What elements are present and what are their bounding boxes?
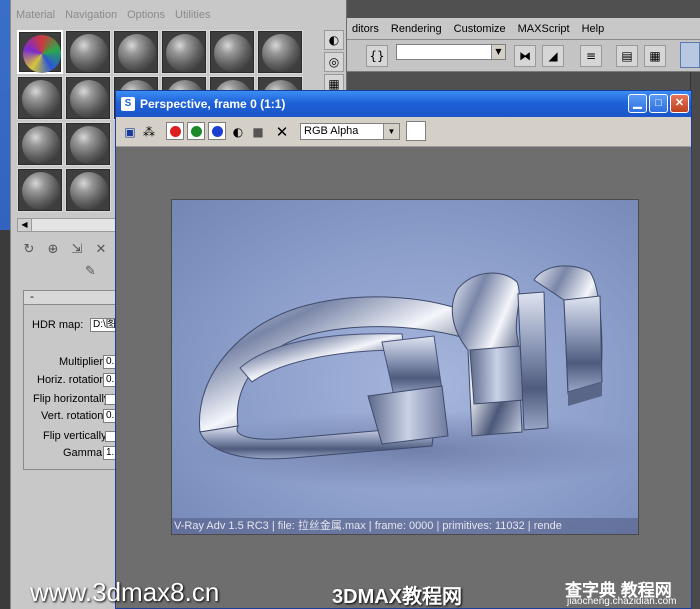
named-selection-sets-icon[interactable]: {}: [366, 45, 388, 67]
window-title: Perspective, frame 0 (1:1): [140, 97, 286, 111]
material-editor-toolbar-icon[interactable]: [680, 42, 700, 68]
schematic-view-icon[interactable]: ▦: [644, 45, 666, 67]
sample-sphere: [70, 126, 108, 164]
watermark-left: www.3dmax8.cn: [30, 577, 220, 607]
chevron-down-icon: ▼: [383, 124, 399, 139]
sample-slot[interactable]: [17, 168, 63, 212]
named-selection-combo[interactable]: ▼: [396, 44, 506, 60]
sample-sphere: [118, 34, 156, 72]
clear-image-icon[interactable]: ✕: [274, 124, 290, 140]
max-menubar: ditors Rendering Customize MAXScript Hel…: [346, 18, 700, 40]
blue-channel-button[interactable]: [208, 122, 226, 140]
clone-render-icon[interactable]: ⁂: [141, 124, 157, 140]
menu-utilities[interactable]: Utilities: [170, 9, 215, 21]
material-editor-menubar: Material Navigation Options Utilities: [11, 5, 348, 25]
sample-slot[interactable]: [257, 30, 303, 74]
menu-rendering[interactable]: Rendering: [385, 23, 448, 35]
hdr-map-label: HDR map:: [32, 319, 84, 331]
menu-navigation[interactable]: Navigation: [60, 9, 122, 21]
save-image-icon[interactable]: ▣: [122, 124, 138, 140]
flip-horizontally-label: Flip horizontally: [33, 393, 110, 405]
layer-manager-icon[interactable]: ≡: [580, 45, 602, 67]
sample-sphere: [166, 34, 204, 72]
frame-buffer-window: S Perspective, frame 0 (1:1) ▁ □ ✕ ▣ ⁂ ◐…: [115, 90, 692, 609]
frame-buffer-titlebar[interactable]: S Perspective, frame 0 (1:1) ▁ □ ✕: [116, 91, 691, 117]
sample-slot[interactable]: [65, 76, 111, 120]
sample-sphere: [22, 80, 60, 118]
rendered-image: V-Ray Adv 1.5 RC3 | file: 拉丝金属.max | fra…: [171, 199, 639, 535]
watermark-right-url: jiaocheng.chazidian.com: [567, 596, 677, 607]
red-channel-icon: [170, 126, 181, 137]
menu-editors[interactable]: ditors: [346, 23, 385, 35]
sample-slot[interactable]: [161, 30, 207, 74]
curve-editor-icon[interactable]: ▤: [616, 45, 638, 67]
watermark-center: 3DMAX教程网: [332, 586, 463, 608]
green-channel-icon: [191, 126, 202, 137]
mirror-icon[interactable]: ⧓: [514, 45, 536, 67]
assign-material-icon[interactable]: ⇲: [65, 242, 89, 257]
multiplier-label: Multiplier:: [59, 356, 107, 368]
sample-slot[interactable]: [113, 30, 159, 74]
sample-sphere: [214, 34, 252, 72]
max-main-toolbar: {} ▼ ⧓ ◢ ≡ ▤ ▦: [346, 40, 700, 72]
sample-slot[interactable]: [65, 30, 111, 74]
sample-type-icon[interactable]: ◐: [324, 30, 344, 50]
sample-slot[interactable]: [17, 76, 63, 120]
scroll-left-icon[interactable]: ◀: [18, 219, 32, 231]
maximize-button[interactable]: □: [649, 94, 668, 113]
get-material-icon[interactable]: ↻: [17, 242, 41, 257]
belt-buckle-render: [187, 265, 638, 490]
close-button[interactable]: ✕: [670, 94, 689, 113]
put-to-scene-icon[interactable]: ⊕: [41, 242, 65, 257]
menu-maxscript[interactable]: MAXScript: [512, 23, 576, 35]
frame-buffer-canvas: V-Ray Adv 1.5 RC3 | file: 拉丝金属.max | fra…: [116, 147, 691, 608]
sample-sphere: [70, 172, 108, 210]
color-swatch[interactable]: [406, 121, 426, 141]
vert-rotation-label: Vert. rotation:: [41, 410, 107, 422]
sample-slot[interactable]: [17, 122, 63, 166]
flip-vertically-label: Flip vertically: [43, 430, 107, 442]
menu-customize[interactable]: Customize: [448, 23, 512, 35]
alpha-channel-icon[interactable]: ◐: [230, 124, 246, 140]
channel-select[interactable]: RGB Alpha ▼: [300, 123, 400, 140]
sample-sphere: [70, 34, 108, 72]
blue-channel-icon: [212, 126, 223, 137]
sample-sphere: [262, 34, 300, 72]
chevron-down-icon: ▼: [491, 45, 505, 59]
sample-slot[interactable]: [209, 30, 255, 74]
sample-slot-active[interactable]: [17, 30, 63, 74]
minimize-button[interactable]: ▁: [628, 94, 647, 113]
material-editor-toolbar: ↻ ⊕ ⇲ ✕: [17, 238, 127, 260]
sample-sphere: [22, 172, 60, 210]
horiz-rotation-label: Horiz. rotation:: [37, 374, 109, 386]
sample-slot-side-tools: ◐ ◎ ▦: [321, 30, 347, 94]
reset-map-icon[interactable]: ✕: [89, 242, 113, 257]
backlight-icon[interactable]: ◎: [324, 52, 344, 72]
red-channel-button[interactable]: [166, 122, 184, 140]
monochrome-icon[interactable]: ■: [250, 124, 266, 140]
menu-material[interactable]: Material: [11, 9, 60, 21]
align-icon[interactable]: ◢: [542, 45, 564, 67]
green-channel-button[interactable]: [187, 122, 205, 140]
sample-slot[interactable]: [65, 122, 111, 166]
sample-sphere: [22, 126, 60, 164]
menu-help[interactable]: Help: [576, 23, 611, 35]
app-icon: S: [121, 97, 135, 111]
render-status-line: V-Ray Adv 1.5 RC3 | file: 拉丝金属.max | fra…: [172, 518, 638, 534]
sample-slot[interactable]: [65, 168, 111, 212]
frame-buffer-toolbar: ▣ ⁂ ◐ ■ ✕ RGB Alpha ▼: [116, 117, 691, 147]
gamma-label: Gamma:: [63, 447, 106, 459]
menu-options[interactable]: Options: [122, 9, 170, 21]
sample-sphere: [23, 35, 61, 73]
sample-sphere: [70, 80, 108, 118]
